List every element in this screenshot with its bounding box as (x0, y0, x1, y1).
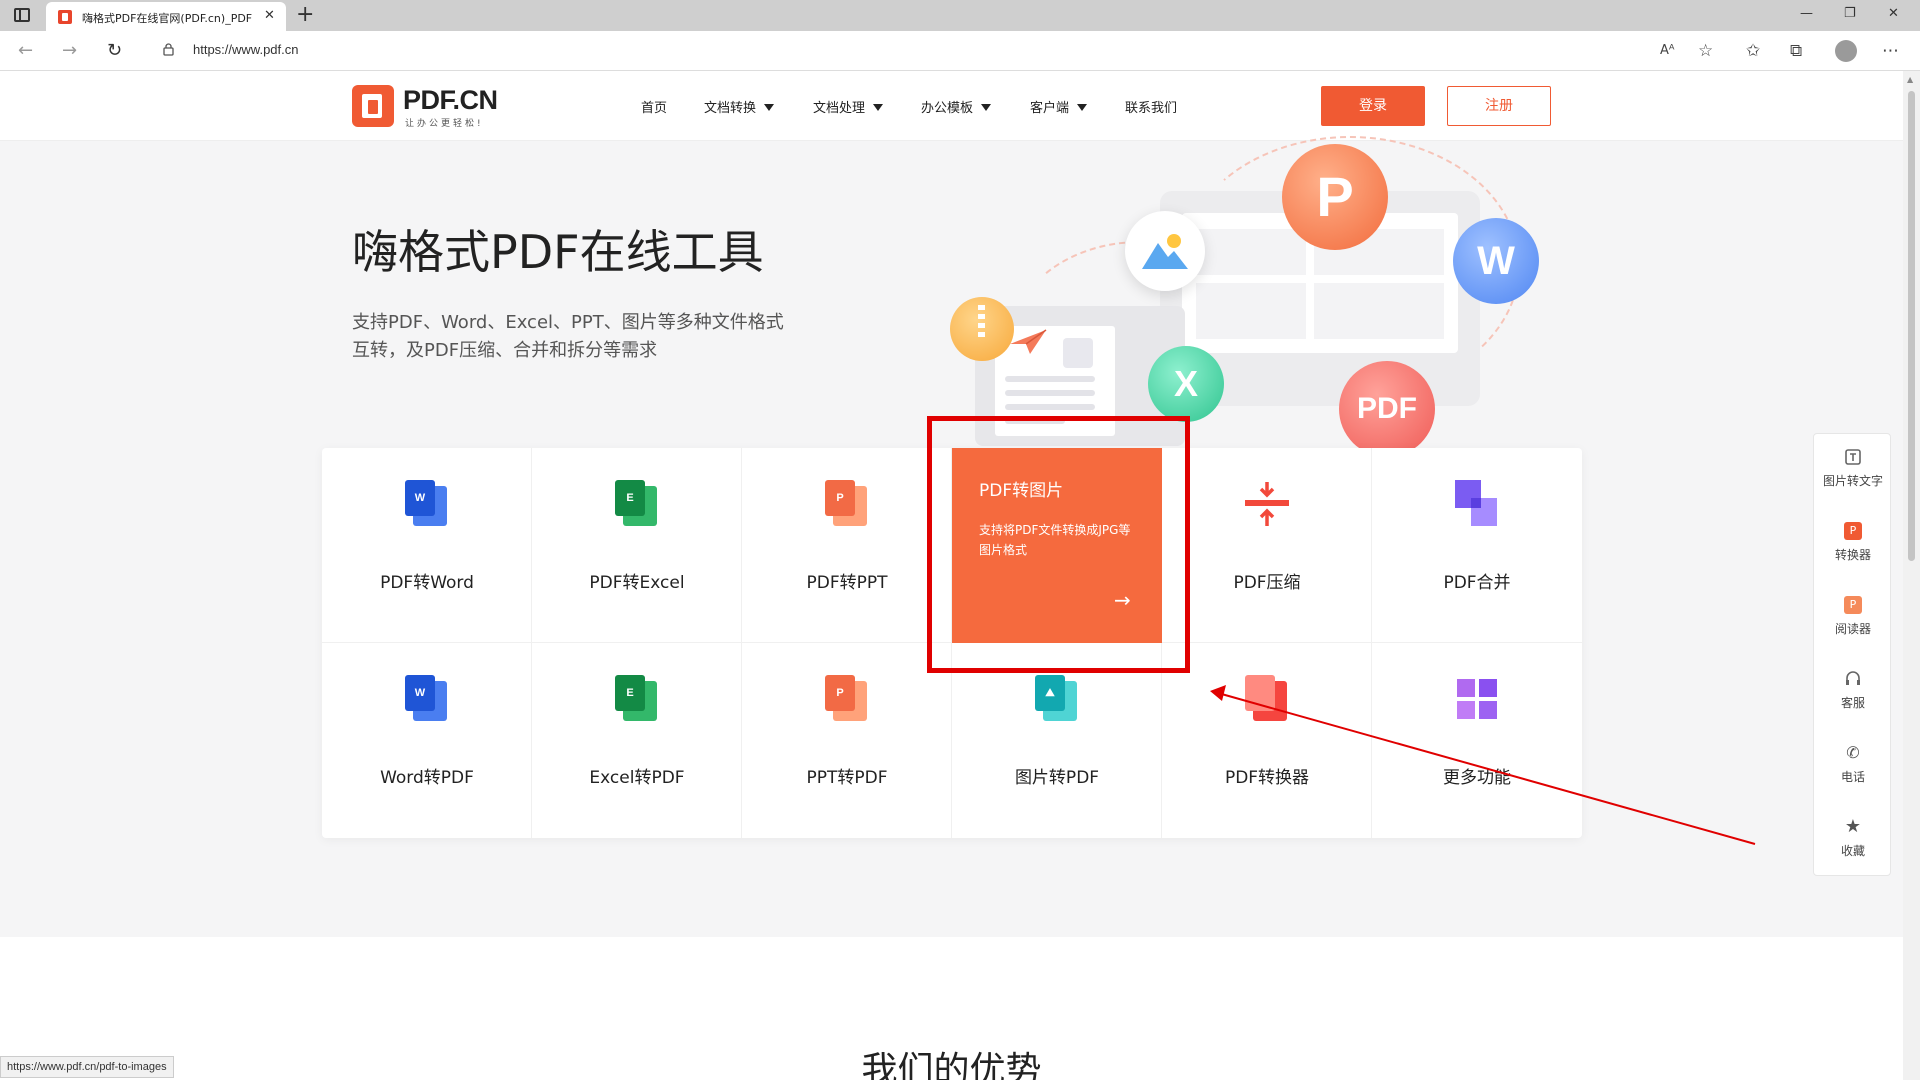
nav-doc-process[interactable]: 文档处理 (813, 97, 884, 116)
float-item-reader[interactable]: P 阅读器 (1814, 582, 1892, 656)
profile-avatar[interactable] (1835, 40, 1857, 62)
hero-desc-line-2: 互转，及PDF压缩、合并和拆分等需求 (352, 340, 658, 361)
logo-text[interactable]: PDF.CN (403, 85, 498, 116)
tool-label: PDF压缩 (1233, 573, 1301, 593)
float-item-image-to-text[interactable]: 图片转文字 (1814, 434, 1892, 508)
caret-down-icon (873, 104, 884, 111)
tool-label: Excel转PDF (589, 768, 685, 788)
caret-down-icon (1077, 104, 1088, 111)
nav-contact[interactable]: 联系我们 (1125, 97, 1177, 116)
p-bubble-icon: P (1282, 144, 1388, 250)
status-bar-url: https://www.pdf.cn/pdf-to-images (0, 1056, 174, 1078)
image-file-icon: ⛰ (1035, 675, 1079, 723)
float-item-converter[interactable]: P 转换器 (1814, 508, 1892, 582)
logo-slogan: 让办公更轻松! (405, 119, 484, 129)
w-bubble-icon: W (1453, 218, 1539, 304)
nav-home[interactable]: 首页 (641, 97, 667, 116)
tool-label: PDF合并 (1443, 573, 1511, 593)
word-file-icon: W (405, 675, 449, 723)
hero-desc-line-1: 支持PDF、Word、Excel、PPT、图片等多种文件格式 (352, 312, 784, 333)
headset-icon (1846, 671, 1860, 685)
browser-tab-bar: 嗨格式PDF在线官网(PDF.cn)_PDF ✕ + — ❐ ✕ (0, 0, 1920, 31)
tool-pdf-to-word[interactable]: W PDF转Word (322, 448, 532, 643)
minimize-button[interactable]: — (1800, 6, 1813, 21)
nav-office-templates[interactable]: 办公模板 (921, 97, 992, 116)
reader-icon: P (1844, 596, 1862, 614)
tool-label: Word转PDF (380, 768, 474, 788)
star-icon: ★ (1844, 816, 1862, 837)
tool-ppt-to-pdf[interactable]: P PPT转PDF (742, 643, 952, 838)
lock-icon[interactable] (163, 43, 174, 56)
floating-sidebar: 图片转文字 P 转换器 P 阅读器 客服 ✆ 电话 ★ 收藏 (1813, 433, 1891, 876)
tab-title: 嗨格式PDF在线官网(PDF.cn)_PDF (82, 12, 252, 25)
annotation-arrow (1210, 685, 1756, 845)
scrollbar-thumb[interactable] (1908, 91, 1915, 561)
back-arrow-icon[interactable]: ← (18, 40, 33, 61)
image-bubble-icon (1125, 211, 1205, 291)
zip-bubble-icon (950, 297, 1014, 361)
favorites-icon[interactable]: ✩ (1746, 41, 1760, 61)
tool-pdf-to-excel[interactable]: E PDF转Excel (532, 448, 742, 643)
hero-title: 嗨格式PDF在线工具 (352, 225, 764, 279)
converter-icon: P (1844, 522, 1862, 540)
restore-button[interactable]: ❐ (1844, 6, 1856, 21)
image-to-text-icon (1845, 449, 1861, 465)
excel-file-icon: E (615, 480, 659, 528)
nav-client[interactable]: 客户端 (1030, 97, 1088, 116)
x-bubble-icon: X (1148, 346, 1224, 422)
browser-tab-active[interactable]: 嗨格式PDF在线官网(PDF.cn)_PDF ✕ (46, 2, 286, 31)
tool-pdf-to-ppt[interactable]: P PDF转PPT (742, 448, 952, 643)
new-tab-button[interactable]: + (296, 2, 314, 28)
close-window-button[interactable]: ✕ (1888, 6, 1899, 21)
merge-icon (1455, 480, 1497, 526)
page-scrollbar[interactable]: ▲ (1903, 71, 1920, 1080)
web-page: PDF.CN 让办公更轻松! 首页 文档转换 文档处理 办公模板 客户端 联系我… (0, 71, 1903, 1080)
pdf-bubble-icon: PDF (1339, 361, 1435, 457)
float-item-favorite[interactable]: ★ 收藏 (1814, 804, 1892, 878)
ppt-file-icon: P (825, 675, 869, 723)
ppt-file-icon: P (825, 480, 869, 528)
tab-close-icon[interactable]: ✕ (264, 8, 275, 23)
scroll-up-icon[interactable]: ▲ (1907, 75, 1913, 84)
login-button[interactable]: 登录 (1321, 86, 1425, 126)
hero-description: 支持PDF、Word、Excel、PPT、图片等多种文件格式 互转，及PDF压缩… (352, 309, 784, 365)
compress-icon (1245, 482, 1289, 526)
tool-label: PPT转PDF (806, 768, 888, 788)
tool-label: PDF转Word (380, 573, 474, 593)
register-button[interactable]: 注册 (1447, 86, 1551, 126)
nav-doc-convert[interactable]: 文档转换 (704, 97, 775, 116)
address-bar: ← → ↻ https://www.pdf.cn Aᴬ ☆ ✩ ⧉ ⋯ (0, 31, 1920, 71)
refresh-icon[interactable]: ↻ (107, 40, 122, 61)
tab-actions-icon[interactable] (14, 8, 30, 22)
forward-arrow-icon[interactable]: → (62, 40, 77, 61)
url-field[interactable]: https://www.pdf.cn (193, 42, 299, 57)
collections-icon[interactable]: ⧉ (1790, 41, 1802, 61)
more-menu-icon[interactable]: ⋯ (1882, 41, 1899, 61)
phone-icon: ✆ (1846, 743, 1860, 762)
caret-down-icon (981, 104, 992, 111)
pdfcn-logo-icon[interactable] (352, 85, 394, 127)
highlight-box-annotation (927, 416, 1190, 673)
tool-word-to-pdf[interactable]: W Word转PDF (322, 643, 532, 838)
word-file-icon: W (405, 480, 449, 528)
tool-label: PDF转PPT (806, 573, 888, 593)
excel-file-icon: E (615, 675, 659, 723)
float-item-support[interactable]: 客服 (1814, 656, 1892, 730)
paper-plane-icon (1010, 329, 1047, 354)
float-item-phone[interactable]: ✆ 电话 (1814, 730, 1892, 804)
tool-label: PDF转Excel (589, 573, 685, 593)
section-title: 我们的优势 (861, 1050, 1042, 1080)
caret-down-icon (764, 104, 775, 111)
site-favicon-icon (58, 10, 72, 24)
site-header: PDF.CN 让办公更轻松! 首页 文档转换 文档处理 办公模板 客户端 联系我… (0, 71, 1903, 141)
read-aloud-icon[interactable]: Aᴬ (1660, 43, 1675, 58)
add-favorite-icon[interactable]: ☆ (1698, 41, 1713, 61)
tool-label: 图片转PDF (1014, 768, 1100, 788)
tool-excel-to-pdf[interactable]: E Excel转PDF (532, 643, 742, 838)
